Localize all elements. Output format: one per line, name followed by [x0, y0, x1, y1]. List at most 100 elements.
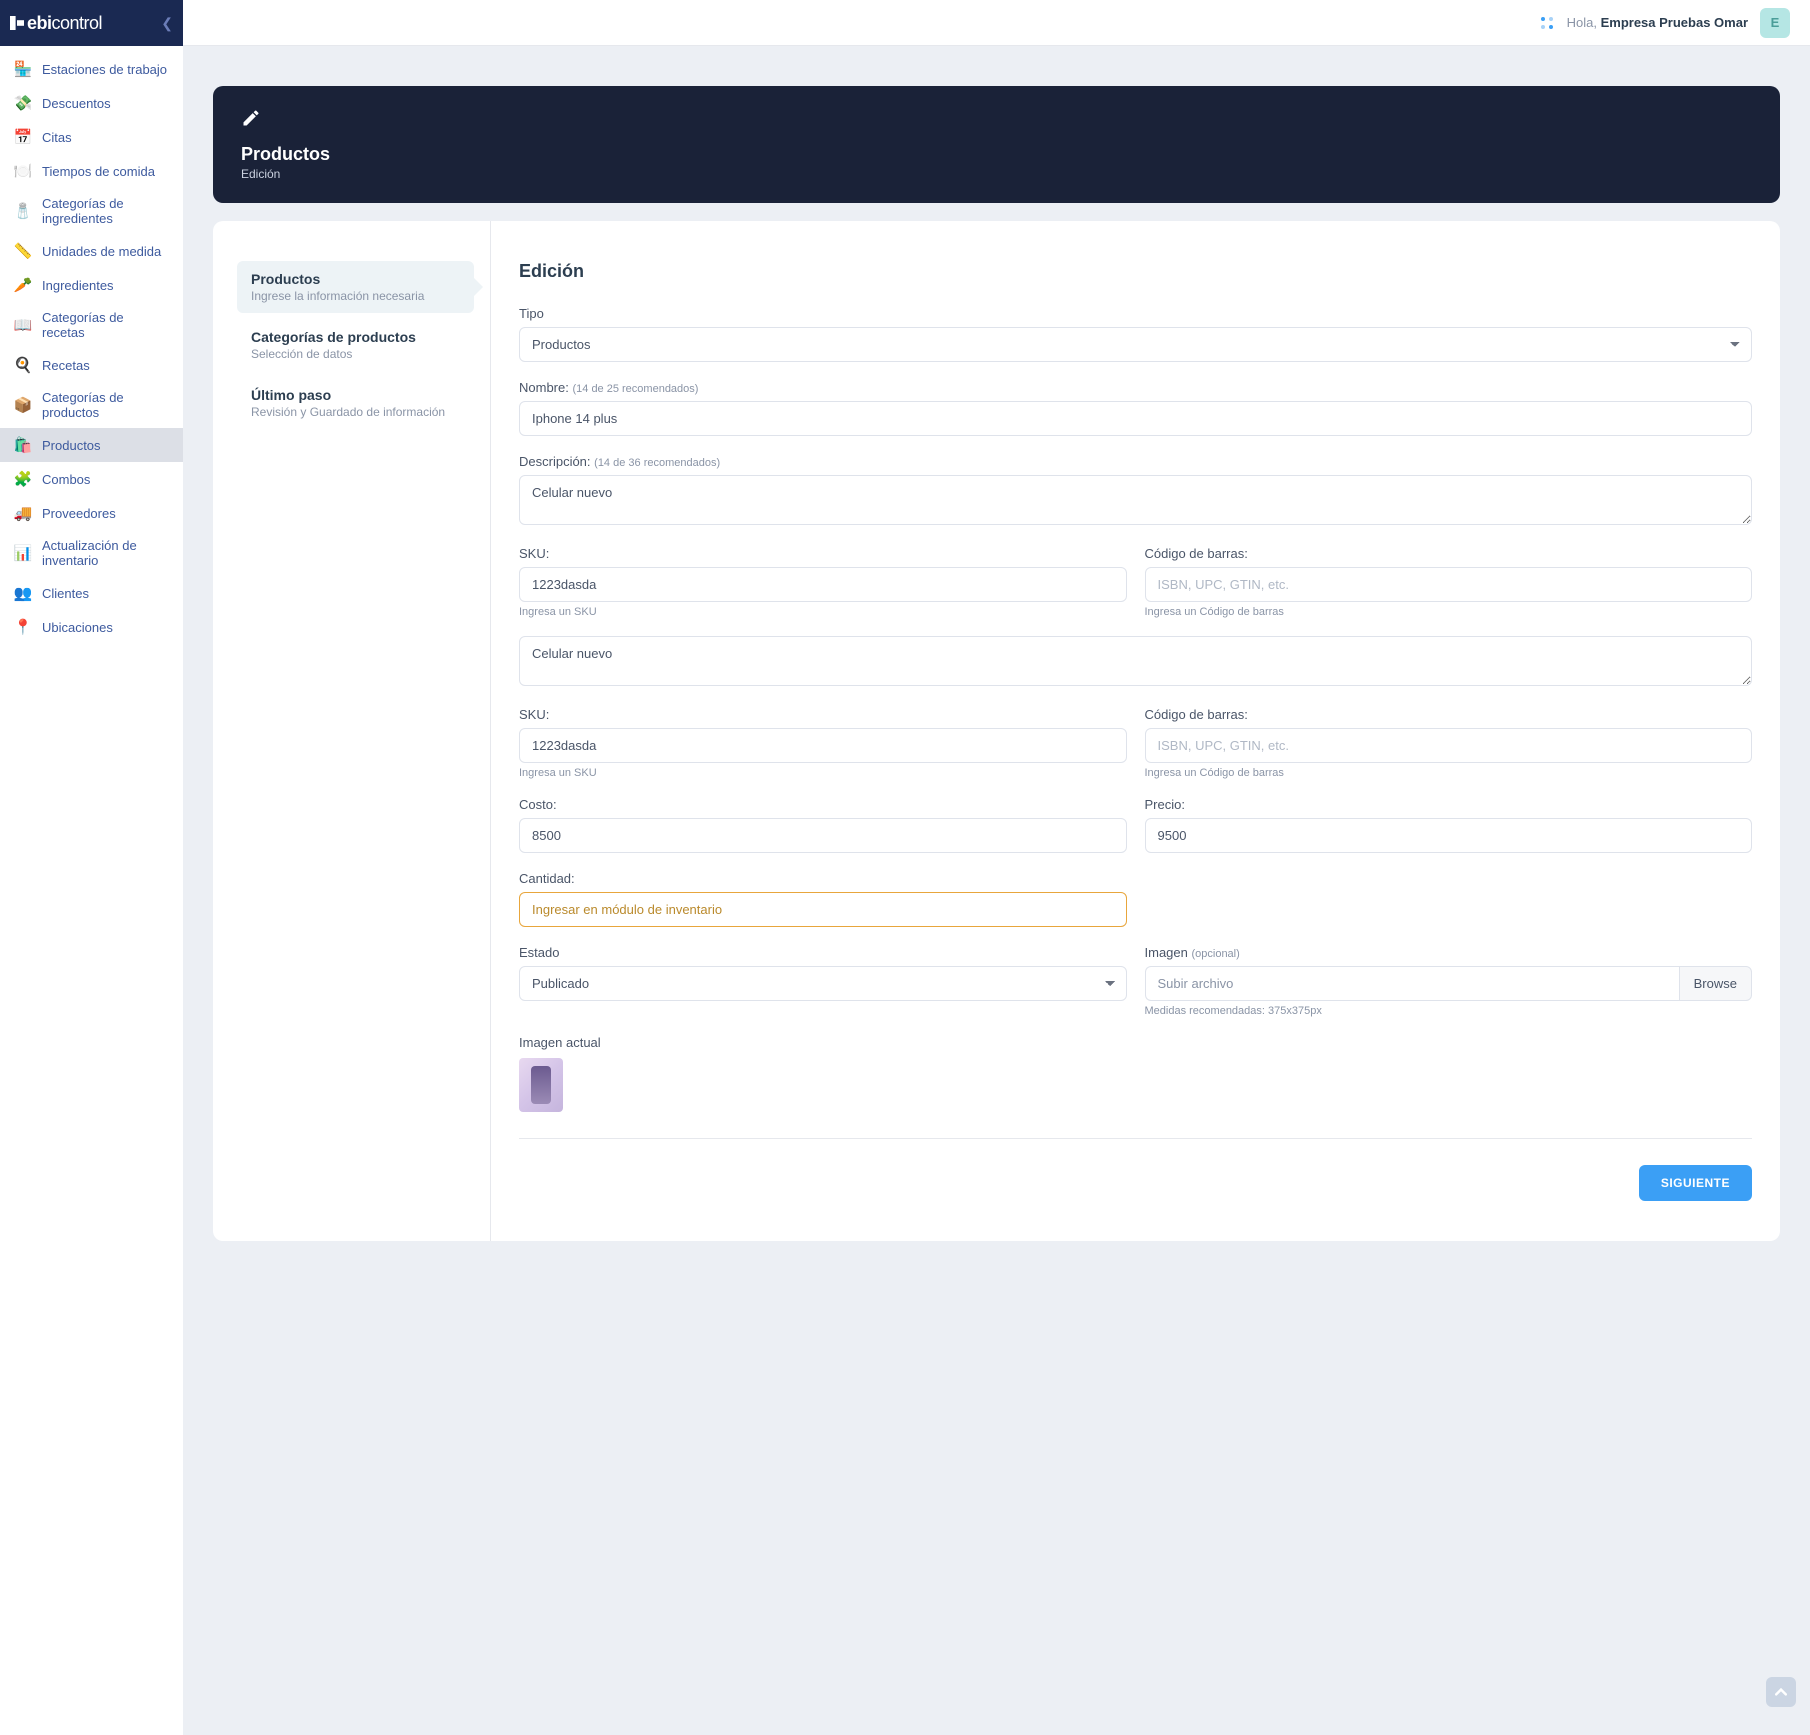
sidebar-item-3[interactable]: 🍽️ Tiempos de comida	[0, 154, 183, 188]
descripcion-textarea[interactable]: Celular nuevo	[519, 475, 1752, 525]
nav-label: Productos	[42, 438, 101, 453]
nombre-label: Nombre: (14 de 25 recomendados)	[519, 380, 1752, 395]
scroll-top-button[interactable]	[1766, 1677, 1796, 1707]
nav-icon: 🍽️	[14, 162, 32, 180]
avatar[interactable]: E	[1760, 8, 1790, 38]
cantidad-input[interactable]	[519, 892, 1127, 927]
imagen-label: Imagen (opcional)	[1145, 945, 1753, 960]
barcode2-label: Código de barras:	[1145, 707, 1753, 722]
apps-icon[interactable]	[1539, 15, 1555, 31]
step-1[interactable]: Categorías de productos Selección de dato…	[237, 319, 474, 371]
page-title: Productos	[241, 144, 1752, 165]
imagen-helper: Medidas recomendadas: 375x375px	[1145, 1005, 1753, 1017]
logo: ebicontrol	[10, 13, 102, 34]
costo-input[interactable]	[519, 818, 1127, 853]
greeting: Hola, Empresa Pruebas Omar	[1567, 15, 1748, 30]
nav-label: Actualización de inventario	[42, 538, 169, 568]
nav-label: Estaciones de trabajo	[42, 62, 167, 77]
sidebar-item-7[interactable]: 📖 Categorías de recetas	[0, 302, 183, 348]
barcode2-input[interactable]	[1145, 728, 1753, 763]
sku2-helper: Ingresa un SKU	[519, 767, 1127, 779]
nav-label: Categorías de productos	[42, 390, 169, 420]
browse-button[interactable]: Browse	[1679, 966, 1752, 1001]
sidebar-item-1[interactable]: 💸 Descuentos	[0, 86, 183, 120]
step-2[interactable]: Último pasoRevisión y Guardado de inform…	[237, 377, 474, 429]
nav-label: Categorías de recetas	[42, 310, 169, 340]
step-sub: Revisión y Guardado de información	[251, 405, 460, 419]
nav-icon: 📏	[14, 242, 32, 260]
tipo-select[interactable]: Productos	[519, 327, 1752, 362]
sidebar-item-2[interactable]: 📅 Citas	[0, 120, 183, 154]
nav-icon: 📅	[14, 128, 32, 146]
nav-icon: 🍳	[14, 356, 32, 374]
nav-label: Proveedores	[42, 506, 116, 521]
sidebar-item-4[interactable]: 🧂 Categorías de ingredientes	[0, 188, 183, 234]
sidebar-item-9[interactable]: 📦 Categorías de productos	[0, 382, 183, 428]
nombre-input[interactable]	[519, 401, 1752, 436]
barcode-helper: Ingresa un Código de barras	[1145, 606, 1753, 618]
sidebar-item-11[interactable]: 🧩Combos	[0, 462, 183, 496]
sku-helper: Ingresa un SKU	[519, 606, 1127, 618]
nav-icon: 👥	[14, 584, 32, 602]
sidebar-item-0[interactable]: 🏪 Estaciones de trabajo	[0, 52, 183, 86]
image-preview	[519, 1058, 563, 1112]
steps-column: Productos Ingrese la información necesari…	[213, 221, 491, 1241]
imagen-actual-label: Imagen actual	[519, 1035, 1752, 1050]
form-column: Edición Tipo Productos Nombre: (14 de 25…	[491, 221, 1780, 1241]
barcode-input[interactable]	[1145, 567, 1753, 602]
sidebar-item-13[interactable]: 📊 Actualización de inventario	[0, 530, 183, 576]
section-title: Edición	[519, 261, 1752, 282]
divider	[519, 1138, 1752, 1139]
nav-icon: 💸	[14, 94, 32, 112]
nav-label: Combos	[42, 472, 90, 487]
descripcion2-textarea[interactable]: Celular nuevo	[519, 636, 1752, 686]
nav-icon: 📍	[14, 618, 32, 636]
nav-icon: 🏪	[14, 60, 32, 78]
imagen-file-text[interactable]: Subir archivo	[1145, 966, 1679, 1001]
step-0[interactable]: Productos Ingrese la información necesari…	[237, 261, 474, 313]
sidebar-item-6[interactable]: 🥕Ingredientes	[0, 268, 183, 302]
sku-input[interactable]	[519, 567, 1127, 602]
sku-label: SKU:	[519, 546, 1127, 561]
nav-icon: 📖	[14, 316, 32, 334]
tipo-label: Tipo	[519, 306, 1752, 321]
nav-label: Ubicaciones	[42, 620, 113, 635]
step-title: Categorías de productos	[251, 329, 460, 345]
page-subtitle: Edición	[241, 167, 1752, 181]
nav-icon: 📦	[14, 396, 32, 414]
nav-icon: 🧂	[14, 202, 32, 220]
sku2-input[interactable]	[519, 728, 1127, 763]
nav-list: 🏪 Estaciones de trabajo 💸 Descuentos 📅 Citas 🍽…	[0, 46, 183, 650]
siguiente-button[interactable]: SIGUIENTE	[1639, 1165, 1752, 1201]
edit-icon	[241, 108, 261, 134]
sidebar-header: ebicontrol ❮	[0, 0, 183, 46]
sidebar-item-12[interactable]: 🚚 Proveedores	[0, 496, 183, 530]
nav-icon: 📊	[14, 544, 32, 562]
step-sub: Ingrese la información necesaria	[251, 289, 460, 303]
step-title: Productos	[251, 271, 460, 287]
precio-input[interactable]	[1145, 818, 1753, 853]
nav-icon: 🥕	[14, 276, 32, 294]
page-banner: Productos Edición	[213, 86, 1780, 203]
step-sub: Selección de datos	[251, 347, 460, 361]
nav-label: Unidades de medida	[42, 244, 161, 259]
nav-label: Categorías de ingredientes	[42, 196, 169, 226]
estado-label: Estado	[519, 945, 1127, 960]
nav-label: Clientes	[42, 586, 89, 601]
sidebar-item-10[interactable]: 🛍️ Productos	[0, 428, 183, 462]
cantidad-label: Cantidad:	[519, 871, 1127, 886]
estado-select[interactable]: Publicado	[519, 966, 1127, 1001]
sidebar-item-15[interactable]: 📍 Ubicaciones	[0, 610, 183, 644]
sidebar-item-14[interactable]: 👥 Clientes	[0, 576, 183, 610]
sidebar-item-5[interactable]: 📏 Unidades de medida	[0, 234, 183, 268]
precio-label: Precio:	[1145, 797, 1753, 812]
nav-label: Citas	[42, 130, 72, 145]
sidebar-item-8[interactable]: 🍳Recetas	[0, 348, 183, 382]
nav-label: Descuentos	[42, 96, 111, 111]
collapse-sidebar-icon[interactable]: ❮	[161, 15, 173, 32]
nav-icon: 🛍️	[14, 436, 32, 454]
nav-label: Tiempos de comida	[42, 164, 155, 179]
descripcion-label: Descripción: (14 de 36 recomendados)	[519, 454, 1752, 469]
nav-icon: 🚚	[14, 504, 32, 522]
form-card: Productos Ingrese la información necesari…	[213, 221, 1780, 1241]
